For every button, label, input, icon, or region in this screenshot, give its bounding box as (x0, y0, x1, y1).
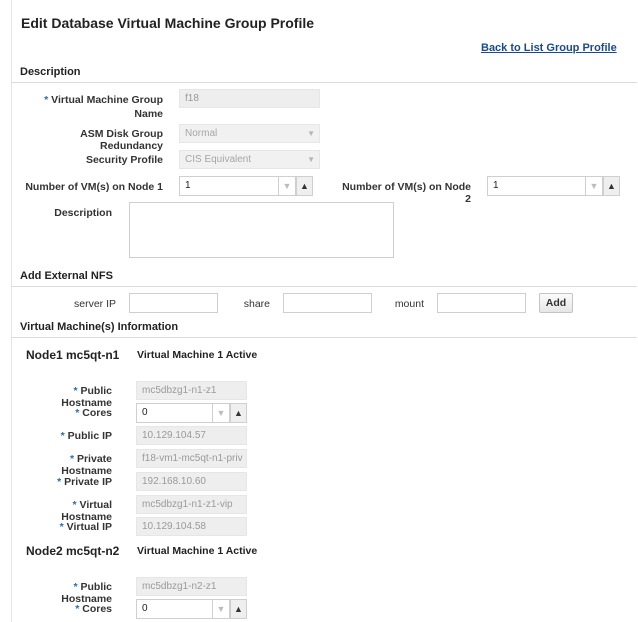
vms-node1-label: Number of VM(s) on Node 1 (25, 181, 163, 193)
required-marker: * (57, 476, 62, 488)
step-up-icon[interactable]: ▲ (230, 403, 247, 423)
node1-cores-input[interactable]: 0 (136, 403, 213, 423)
node2-cores-label: * Cores (75, 603, 112, 615)
node1-private-ip-label: * Private IP (57, 476, 112, 488)
vm-group-name-label: * Virtual Machine Group Name (44, 94, 163, 120)
step-down-icon[interactable]: ▼ (213, 599, 230, 619)
required-marker: * (72, 499, 77, 511)
step-up-icon[interactable]: ▲ (296, 176, 313, 196)
node2-cores-input[interactable]: 0 (136, 599, 213, 619)
required-marker: * (44, 94, 49, 106)
node1-virtual-ip-field: 10.129.104.58 (136, 517, 247, 536)
step-up-icon[interactable]: ▲ (230, 599, 247, 619)
node1-private-ip-field: 192.168.10.60 (136, 472, 247, 491)
required-marker: * (75, 603, 80, 615)
description-textarea[interactable] (129, 202, 394, 258)
required-marker: * (59, 521, 64, 533)
node2-public-hostname-label: * Public Hostname (61, 581, 112, 605)
asm-redundancy-select: Normal ▼ (179, 124, 320, 143)
chevron-down-icon: ▼ (307, 155, 315, 164)
mount-input[interactable] (437, 293, 526, 313)
asm-redundancy-label: ASM Disk Group Redundancy (80, 128, 163, 152)
required-marker: * (73, 581, 78, 593)
node2-public-hostname-field: mc5dbzg1-n2-z1 (136, 577, 247, 596)
page-title: Edit Database Virtual Machine Group Prof… (21, 15, 315, 31)
server-ip-input[interactable] (129, 293, 218, 313)
node1-virtual-ip-label: * Virtual IP (59, 521, 112, 533)
node1-public-ip-label: * Public IP (60, 430, 112, 442)
section-divider (11, 337, 637, 338)
server-ip-label: server IP (73, 298, 116, 310)
node1-public-hostname-label: * Public Hostname (61, 385, 112, 409)
node1-vm-status: Virtual Machine 1 Active (137, 349, 258, 361)
vms-node2-stepper[interactable]: 1 ▼ ▲ (487, 176, 620, 196)
required-marker: * (75, 407, 80, 419)
vms-node1-input[interactable]: 1 (179, 176, 279, 196)
share-input[interactable] (283, 293, 372, 313)
node2-cores-stepper[interactable]: 0 ▼ ▲ (136, 599, 247, 619)
required-marker: * (73, 385, 78, 397)
node1-virtual-hostname-label: * Virtual Hostname (61, 499, 112, 523)
node1-private-hostname-field: f18-vm1-mc5qt-n1-priv (136, 449, 247, 468)
step-up-icon[interactable]: ▲ (603, 176, 620, 196)
security-profile-label: Security Profile (85, 154, 163, 166)
chevron-down-icon: ▼ (307, 129, 315, 138)
node1-private-hostname-label: * Private Hostname (61, 453, 112, 477)
required-marker: * (69, 453, 75, 465)
vm-group-name-field: f18 (179, 89, 320, 108)
vms-node1-stepper[interactable]: 1 ▼ ▲ (179, 176, 313, 196)
security-profile-select: CIS Equivalent ▼ (179, 150, 320, 169)
add-nfs-button[interactable]: Add (539, 293, 573, 313)
node1-public-hostname-field: mc5dbzg1-n1-z1 (136, 381, 247, 400)
section-divider (11, 286, 637, 287)
section-divider (11, 82, 637, 83)
step-down-icon[interactable]: ▼ (586, 176, 603, 196)
node2-title: Node2 mc5qt-n2 (26, 544, 120, 558)
node1-virtual-hostname-field: mc5dbzg1-n1-z1-vip (136, 495, 247, 514)
node1-cores-stepper[interactable]: 0 ▼ ▲ (136, 403, 247, 423)
required-marker: * (60, 430, 65, 442)
share-label: share (243, 298, 270, 310)
node2-vm-status: Virtual Machine 1 Active (137, 545, 258, 557)
description-section-heading: Description (20, 66, 81, 78)
nfs-section-heading: Add External NFS (20, 270, 113, 282)
mount-label: mount (394, 298, 424, 310)
step-down-icon[interactable]: ▼ (279, 176, 296, 196)
node1-public-ip-field: 10.129.104.57 (136, 426, 247, 445)
step-down-icon[interactable]: ▼ (213, 403, 230, 423)
vm-info-section-heading: Virtual Machine(s) Information (20, 321, 179, 333)
description-label: Description (54, 207, 112, 219)
node1-title: Node1 mc5qt-n1 (26, 348, 120, 362)
node1-cores-label: * Cores (75, 407, 112, 419)
back-to-list-link[interactable]: Back to List Group Profile (481, 42, 617, 54)
vms-node2-input[interactable]: 1 (487, 176, 586, 196)
